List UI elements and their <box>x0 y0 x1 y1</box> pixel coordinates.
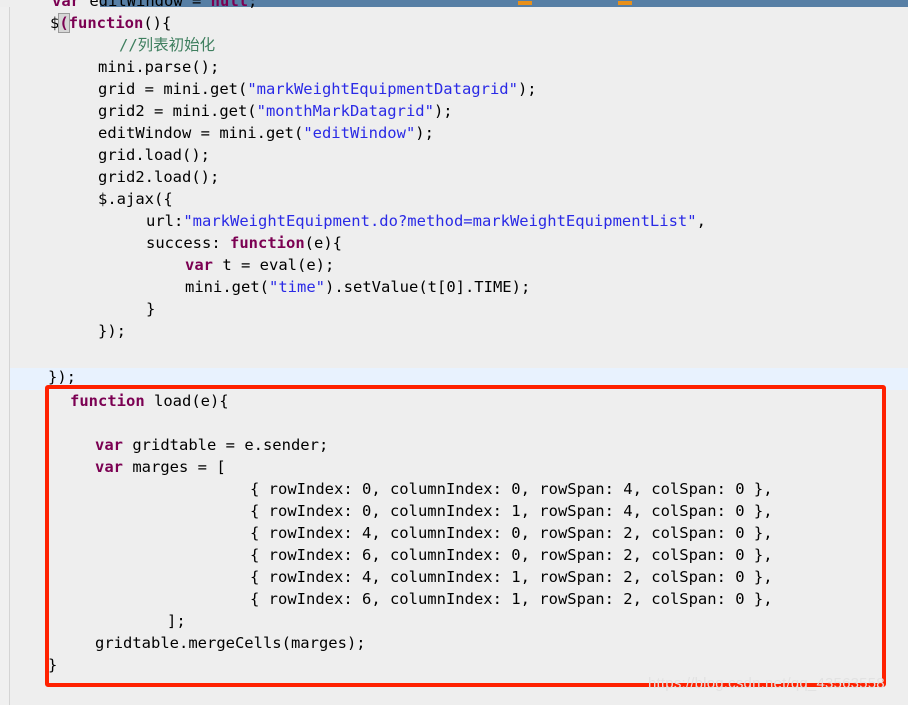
token-plain: , <box>696 212 706 230</box>
editor-gutter[interactable] <box>0 7 10 705</box>
code-line-18: }); <box>10 366 76 388</box>
code-line-30: gridtable.mergeCells(marges); <box>10 632 366 654</box>
code-line-16: }); <box>10 320 126 342</box>
token-plain: marges = [ <box>123 458 226 476</box>
token-plain: editWindow = <box>80 0 211 10</box>
code-line-19: function load(e){ <box>10 390 229 412</box>
code-line-2: $(function(){ <box>10 12 171 34</box>
code-line-23-merge-entry: { rowIndex: 0, columnIndex: 0, rowSpan: … <box>10 478 773 500</box>
code-line-14: mini.get("time").setValue(t[0].TIME); <box>10 276 530 298</box>
code-line-24-merge-entry: { rowIndex: 0, columnIndex: 1, rowSpan: … <box>10 500 773 522</box>
token-keyword-function: function <box>230 234 305 252</box>
code-line-31: } <box>10 654 57 676</box>
token-keyword-function: function <box>68 14 144 32</box>
token-string: "editWindow" <box>303 124 416 142</box>
token-keyword-var: var <box>185 256 213 274</box>
token-plain: { rowIndex: 0, columnIndex: 0, rowSpan: … <box>250 480 773 498</box>
code-line-21: var gridtable = e.sender; <box>10 434 328 456</box>
token-plain: }); <box>48 368 76 386</box>
code-line-15: } <box>10 298 155 320</box>
code-line-22: var marges = [ <box>10 456 226 478</box>
token-keyword-null: null <box>210 0 248 10</box>
code-line-6: grid2 = mini.get("monthMarkDatagrid"); <box>10 100 453 122</box>
token-plain: ]; <box>167 612 186 630</box>
code-line-3-comment: //列表初始化 <box>10 34 215 56</box>
token-keyword-var: var <box>52 0 80 10</box>
token-plain: gridtable.mergeCells(marges); <box>95 634 366 652</box>
token-keyword-var: var <box>95 436 123 454</box>
token-plain: { rowIndex: 0, columnIndex: 1, rowSpan: … <box>250 502 773 520</box>
token-plain: } <box>48 656 58 674</box>
token-plain: mini.get( <box>185 278 269 296</box>
token-plain: ); <box>433 102 453 120</box>
token-plain: { rowIndex: 6, columnIndex: 1, rowSpan: … <box>250 590 773 608</box>
code-line-25-merge-entry: { rowIndex: 4, columnIndex: 0, rowSpan: … <box>10 522 773 544</box>
token-bracket-match: ( <box>58 13 70 33</box>
code-line-5: grid = mini.get("markWeightEquipmentData… <box>10 78 537 100</box>
titlebar-marker-2 <box>618 1 632 5</box>
token-plain: { rowIndex: 4, columnIndex: 0, rowSpan: … <box>250 524 773 542</box>
token-plain: url: <box>146 212 184 230</box>
token-string-url: "markWeightEquipment.do?method=markWeigh… <box>183 212 697 230</box>
token-plain: }); <box>98 322 126 340</box>
token-plain: (){ <box>143 14 172 32</box>
csdn-watermark: https://blog.csdn.net/qq_43563558 <box>648 675 885 692</box>
token-plain: mini.parse(); <box>98 58 220 76</box>
token-plain: grid.load(); <box>98 146 210 164</box>
token-string: "markWeightEquipmentDatagrid" <box>247 80 518 98</box>
token-plain: success: <box>146 234 230 252</box>
token-plain: editWindow = mini.get( <box>98 124 304 142</box>
code-line-7: editWindow = mini.get("editWindow"); <box>10 122 434 144</box>
code-line-28-merge-entry: { rowIndex: 6, columnIndex: 1, rowSpan: … <box>10 588 773 610</box>
code-line-27-merge-entry: { rowIndex: 4, columnIndex: 1, rowSpan: … <box>10 566 773 588</box>
code-line-26-merge-entry: { rowIndex: 6, columnIndex: 0, rowSpan: … <box>10 544 773 566</box>
token-plain: gridtable = e.sender; <box>123 436 329 454</box>
token-plain: ).setValue(t[0].TIME); <box>325 278 531 296</box>
token-plain: { rowIndex: 4, columnIndex: 1, rowSpan: … <box>250 568 773 586</box>
code-editor-screenshot: var editWindow = null; $(function(){ //列… <box>0 0 908 705</box>
code-line-10: $.ajax({ <box>10 188 173 210</box>
titlebar-marker-1 <box>518 1 532 5</box>
token-plain: t = eval(e); <box>213 256 335 274</box>
token-semicolon: ; <box>247 0 258 10</box>
current-line-highlight <box>10 368 908 390</box>
token-plain: load(e){ <box>144 392 229 410</box>
code-line-12: success: function(e){ <box>10 232 342 254</box>
token-comment: //列表初始化 <box>119 36 216 54</box>
code-line-13: var t = eval(e); <box>10 254 334 276</box>
code-line-8: grid.load(); <box>10 144 210 166</box>
token-dollar: $ <box>50 14 60 32</box>
token-plain: grid = mini.get( <box>98 80 248 98</box>
code-line-11: url:"markWeightEquipment.do?method=markW… <box>10 210 706 232</box>
code-line-4: mini.parse(); <box>10 56 219 78</box>
token-keyword-var: var <box>95 458 123 476</box>
token-plain: ); <box>517 80 537 98</box>
code-line-29: ]; <box>10 610 186 632</box>
code-line-9: grid2.load(); <box>10 166 219 188</box>
token-plain: { rowIndex: 6, columnIndex: 0, rowSpan: … <box>250 546 773 564</box>
token-string: "time" <box>269 278 325 296</box>
token-plain: ); <box>415 124 434 142</box>
code-line-1: var editWindow = null; <box>10 0 257 12</box>
token-plain: grid2.load(); <box>98 168 220 186</box>
token-plain: (e){ <box>304 234 342 252</box>
token-keyword-function: function <box>70 392 145 410</box>
token-plain: } <box>146 300 156 318</box>
token-string: "monthMarkDatagrid" <box>256 102 434 120</box>
token-plain: $.ajax({ <box>98 190 173 208</box>
token-plain: grid2 = mini.get( <box>98 102 257 120</box>
